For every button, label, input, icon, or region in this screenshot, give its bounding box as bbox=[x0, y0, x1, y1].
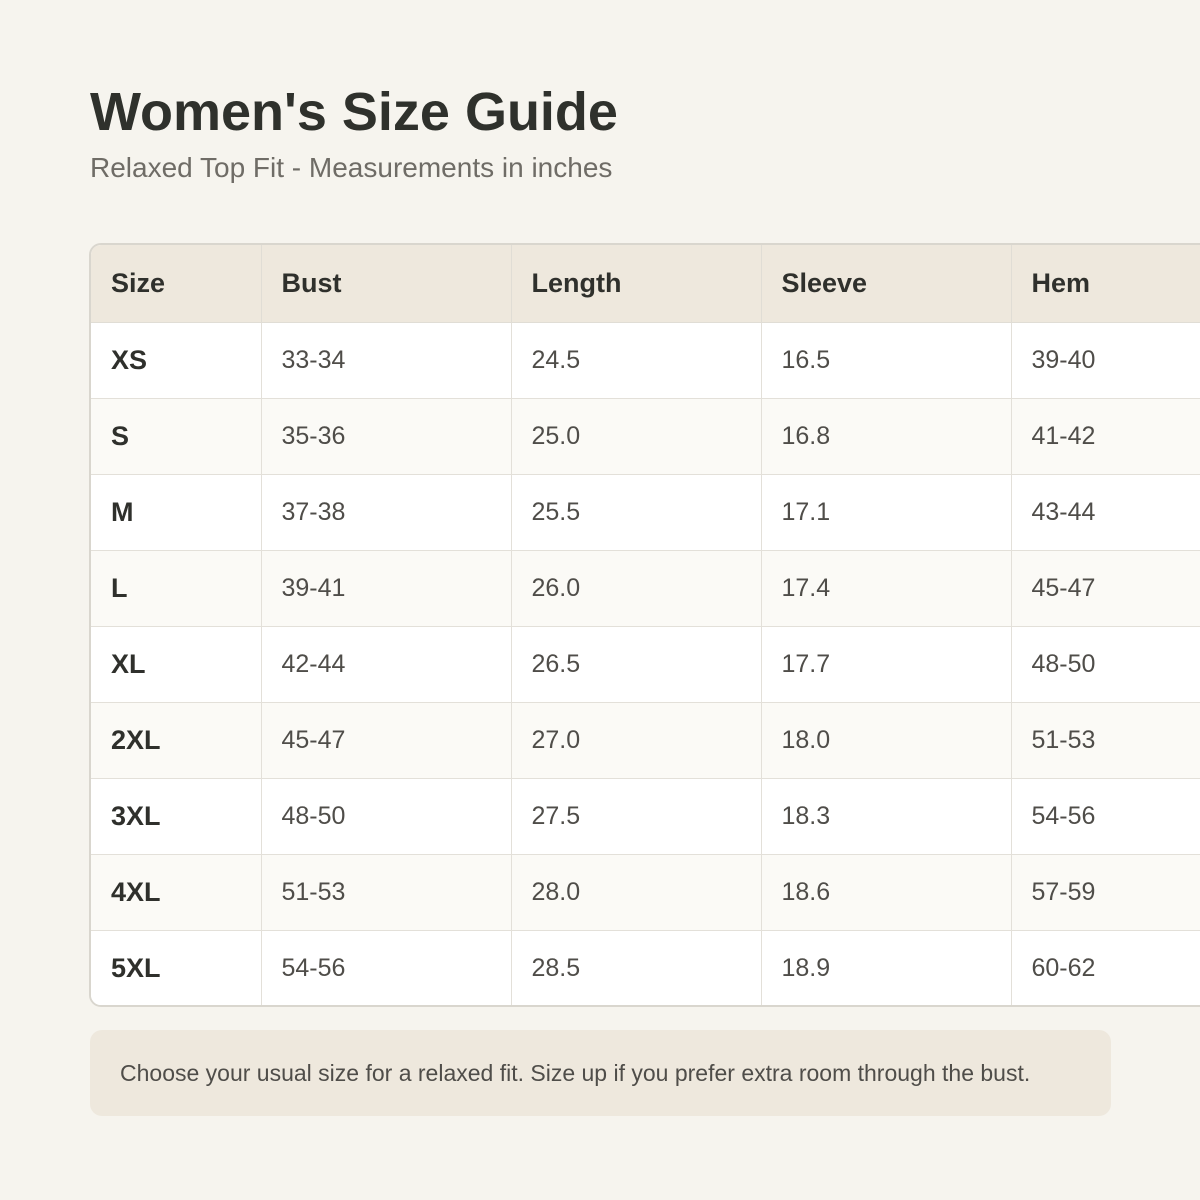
column-header-hem: Hem bbox=[1011, 245, 1200, 323]
table-row: S 35-36 25.0 16.8 41-42 bbox=[91, 398, 1200, 475]
bust-cell: 39-41 bbox=[261, 550, 512, 627]
hem-cell: 41-42 bbox=[1011, 398, 1200, 475]
hem-cell: 51-53 bbox=[1011, 702, 1200, 779]
size-cell: XL bbox=[91, 626, 262, 703]
sleeve-cell: 16.5 bbox=[761, 322, 1012, 399]
sleeve-cell: 16.8 bbox=[761, 398, 1012, 475]
sleeve-cell: 17.1 bbox=[761, 474, 1012, 551]
length-cell: 26.5 bbox=[511, 626, 762, 703]
length-cell: 25.5 bbox=[511, 474, 762, 551]
size-cell: L bbox=[91, 550, 262, 627]
table-row: 4XL 51-53 28.0 18.6 57-59 bbox=[91, 854, 1200, 931]
size-cell: 3XL bbox=[91, 778, 262, 855]
sleeve-cell: 18.6 bbox=[761, 854, 1012, 931]
bust-cell: 37-38 bbox=[261, 474, 512, 551]
size-cell: 4XL bbox=[91, 854, 262, 931]
size-cell: 2XL bbox=[91, 702, 262, 779]
column-header-length: Length bbox=[511, 245, 762, 323]
table-row: 5XL 54-56 28.5 18.9 60-62 bbox=[91, 930, 1200, 1005]
page-subtitle: Relaxed Top Fit - Measurements in inches bbox=[90, 152, 613, 183]
length-cell: 26.0 bbox=[511, 550, 762, 627]
bust-cell: 48-50 bbox=[261, 778, 512, 855]
table-row: XL 42-44 26.5 17.7 48-50 bbox=[91, 626, 1200, 703]
length-cell: 27.0 bbox=[511, 702, 762, 779]
hem-cell: 57-59 bbox=[1011, 854, 1200, 931]
table-header-row: Size Bust Length Sleeve Hem bbox=[91, 245, 1200, 323]
size-cell: M bbox=[91, 474, 262, 551]
table-row: 2XL 45-47 27.0 18.0 51-53 bbox=[91, 702, 1200, 779]
hem-cell: 48-50 bbox=[1011, 626, 1200, 703]
bust-cell: 33-34 bbox=[261, 322, 512, 399]
hem-cell: 45-47 bbox=[1011, 550, 1200, 627]
column-header-sleeve: Sleeve bbox=[761, 245, 1012, 323]
hem-cell: 60-62 bbox=[1011, 930, 1200, 1005]
table-row: 3XL 48-50 27.5 18.3 54-56 bbox=[91, 778, 1200, 855]
bust-cell: 35-36 bbox=[261, 398, 512, 475]
sleeve-cell: 18.9 bbox=[761, 930, 1012, 1005]
table-row: M 37-38 25.5 17.1 43-44 bbox=[91, 474, 1200, 551]
size-cell: S bbox=[91, 398, 262, 475]
length-cell: 25.0 bbox=[511, 398, 762, 475]
sleeve-cell: 17.4 bbox=[761, 550, 1012, 627]
length-cell: 28.5 bbox=[511, 930, 762, 1005]
hem-cell: 54-56 bbox=[1011, 778, 1200, 855]
sleeve-cell: 18.0 bbox=[761, 702, 1012, 779]
size-table: Size Bust Length Sleeve Hem XS 33-34 24.… bbox=[91, 245, 1200, 1005]
bust-cell: 45-47 bbox=[261, 702, 512, 779]
fit-note: Choose your usual size for a relaxed fit… bbox=[90, 1030, 1111, 1116]
table-row: L 39-41 26.0 17.4 45-47 bbox=[91, 550, 1200, 627]
size-cell: 5XL bbox=[91, 930, 262, 1005]
bust-cell: 51-53 bbox=[261, 854, 512, 931]
fit-note-text: Choose your usual size for a relaxed fit… bbox=[120, 1059, 1031, 1086]
page-title: Women's Size Guide bbox=[90, 82, 618, 142]
length-cell: 28.0 bbox=[511, 854, 762, 931]
size-cell: XS bbox=[91, 322, 262, 399]
hem-cell: 39-40 bbox=[1011, 322, 1200, 399]
table-row: XS 33-34 24.5 16.5 39-40 bbox=[91, 322, 1200, 399]
sleeve-cell: 18.3 bbox=[761, 778, 1012, 855]
length-cell: 24.5 bbox=[511, 322, 762, 399]
sleeve-cell: 17.7 bbox=[761, 626, 1012, 703]
bust-cell: 42-44 bbox=[261, 626, 512, 703]
size-table-container: Size Bust Length Sleeve Hem XS 33-34 24.… bbox=[89, 243, 1200, 1007]
bust-cell: 54-56 bbox=[261, 930, 512, 1005]
hem-cell: 43-44 bbox=[1011, 474, 1200, 551]
column-header-size: Size bbox=[91, 245, 262, 323]
column-header-bust: Bust bbox=[261, 245, 512, 323]
length-cell: 27.5 bbox=[511, 778, 762, 855]
